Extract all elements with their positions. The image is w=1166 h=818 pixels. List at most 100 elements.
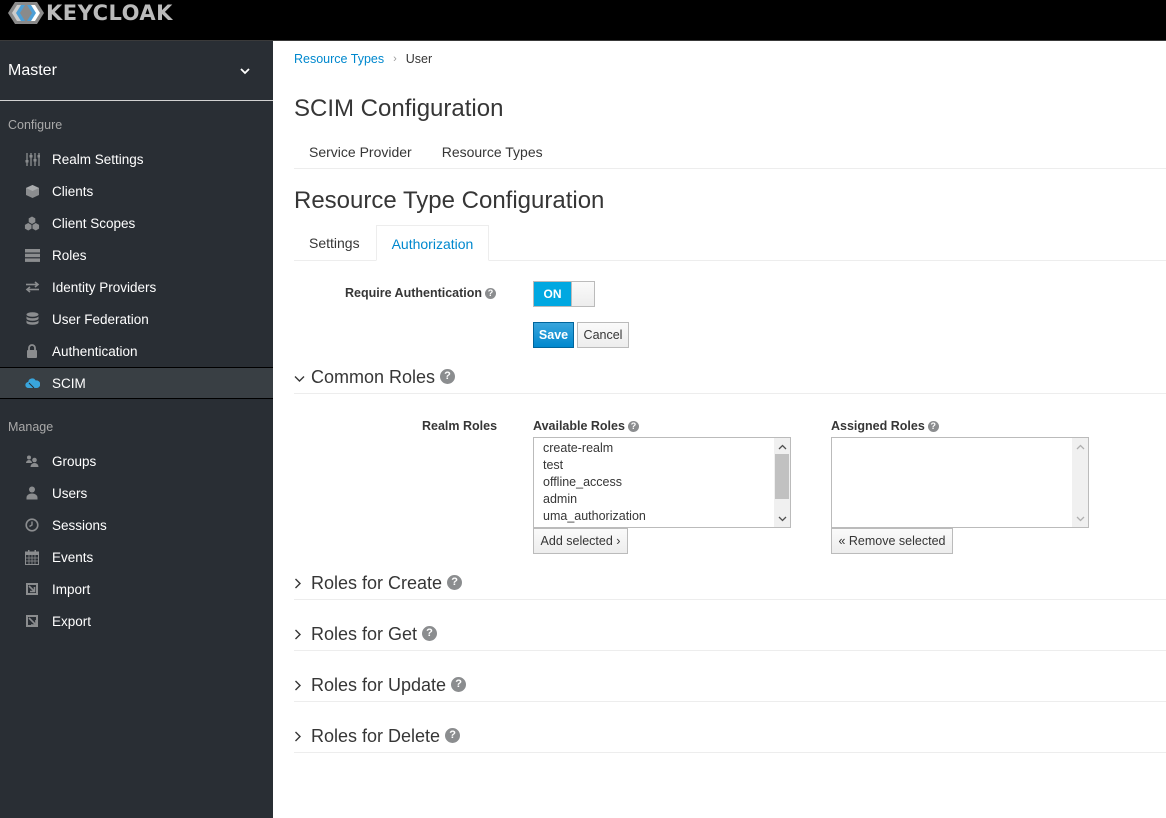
cancel-button[interactable]: Cancel xyxy=(577,322,629,348)
sidebar-item-label: Clients xyxy=(52,183,94,199)
role-option[interactable]: admin xyxy=(543,491,790,508)
sidebar-item-realm-settings[interactable]: Realm Settings xyxy=(0,143,273,175)
available-roles-label-row: Available Roles ? xyxy=(533,419,639,433)
user-icon xyxy=(24,485,40,501)
help-icon[interactable]: ? xyxy=(485,287,497,299)
sidebar-item-label: Authentication xyxy=(52,343,138,359)
sidebar-item-client-scopes[interactable]: Client Scopes xyxy=(0,207,273,239)
sidebar-item-roles[interactable]: Roles xyxy=(0,239,273,271)
role-option[interactable]: create-realm xyxy=(543,440,790,457)
add-selected-button[interactable]: Add selected › xyxy=(533,528,628,554)
require-auth-label: Require Authentication xyxy=(345,286,483,300)
chevron-right-icon xyxy=(294,573,306,594)
cube-icon xyxy=(24,183,40,199)
sidebar-item-clients[interactable]: Clients xyxy=(0,175,273,207)
role-option[interactable]: offline_access xyxy=(543,474,790,491)
manage-nav: Groups Users Sessions Events Import Expo… xyxy=(0,445,273,637)
chevron-down-icon xyxy=(240,67,250,74)
scim-tabs: Service Provider Resource Types xyxy=(294,139,1166,169)
breadcrumb-resource-types[interactable]: Resource Types xyxy=(294,52,384,66)
tab-settings[interactable]: Settings xyxy=(294,225,375,261)
scroll-up-icon[interactable] xyxy=(774,440,790,454)
breadcrumb-current: User xyxy=(405,52,433,66)
calendar-icon xyxy=(24,549,40,565)
roles-for-update-header[interactable]: Roles for Update ? xyxy=(294,670,1166,702)
roles-for-create-title: Roles for Create xyxy=(311,573,443,593)
tab-resource-types[interactable]: Resource Types xyxy=(427,139,558,168)
scroll-down-icon[interactable] xyxy=(774,512,790,526)
sliders-icon xyxy=(24,151,40,167)
assigned-roles-label: Assigned Roles xyxy=(831,419,925,433)
sidebar-item-users[interactable]: Users xyxy=(0,477,273,509)
sidebar-item-import[interactable]: Import xyxy=(0,573,273,605)
sidebar-item-label: Client Scopes xyxy=(52,215,136,231)
sidebar-item-label: Events xyxy=(52,549,94,565)
available-roles-list[interactable]: create-realm test offline_access admin u… xyxy=(533,437,791,528)
users-icon xyxy=(24,453,40,469)
breadcrumb-separator: › xyxy=(393,53,397,65)
sidebar: Master Configure Realm Settings Clients … xyxy=(0,41,273,818)
require-auth-label-row: Require Authentication ? xyxy=(345,286,497,300)
chevron-down-icon xyxy=(294,367,306,388)
realm-selector[interactable]: Master xyxy=(0,41,273,101)
common-roles-title: Common Roles xyxy=(311,367,436,387)
scroll-thumb[interactable] xyxy=(775,454,789,499)
sidebar-item-events[interactable]: Events xyxy=(0,541,273,573)
assigned-roles-scrollbar[interactable] xyxy=(1072,438,1088,527)
sidebar-item-sessions[interactable]: Sessions xyxy=(0,509,273,541)
main-content: Resource Types › User SCIM Configuration… xyxy=(294,41,1166,818)
nav-section-configure: Configure xyxy=(8,118,63,132)
clock-icon xyxy=(24,517,40,533)
chevron-right-icon xyxy=(294,675,306,696)
sidebar-item-groups[interactable]: Groups xyxy=(0,445,273,477)
nav-section-manage: Manage xyxy=(8,420,54,434)
scroll-up-icon[interactable] xyxy=(1072,440,1088,454)
toggle-on-label: ON xyxy=(534,282,571,306)
tab-service-provider[interactable]: Service Provider xyxy=(294,139,427,168)
require-auth-toggle[interactable]: ON xyxy=(533,281,595,307)
chevron-right-icon xyxy=(294,726,306,747)
keycloak-logo[interactable]: KEYCLOAK xyxy=(8,0,173,26)
configure-nav: Realm Settings Clients Client Scopes Rol… xyxy=(0,143,273,399)
sidebar-item-label: Roles xyxy=(52,247,87,263)
save-button[interactable]: Save xyxy=(533,322,574,348)
available-roles-scrollbar[interactable] xyxy=(774,438,790,527)
tab-authorization[interactable]: Authorization xyxy=(375,225,490,261)
sidebar-item-scim[interactable]: SCIM xyxy=(0,367,273,399)
page-title: SCIM Configuration xyxy=(294,95,504,122)
sidebar-item-label: Export xyxy=(52,613,92,629)
help-icon[interactable]: ? xyxy=(422,626,438,641)
realm-roles-label-row: Realm Roles xyxy=(422,419,497,433)
roles-for-get-header[interactable]: Roles for Get ? xyxy=(294,619,1166,651)
roles-for-create-header[interactable]: Roles for Create ? xyxy=(294,568,1166,600)
sidebar-item-authentication[interactable]: Authentication xyxy=(0,335,273,367)
roles-for-update-title: Roles for Update xyxy=(311,675,447,695)
sidebar-item-label: SCIM xyxy=(52,375,86,391)
sidebar-item-export[interactable]: Export xyxy=(0,605,273,637)
sidebar-item-user-federation[interactable]: User Federation xyxy=(0,303,273,335)
role-option[interactable]: test xyxy=(543,457,790,474)
section-title: Resource Type Configuration xyxy=(294,187,605,214)
sidebar-item-label: Import xyxy=(52,581,91,597)
help-icon[interactable]: ? xyxy=(445,728,461,743)
realm-name: Master xyxy=(8,61,57,79)
help-icon[interactable]: ? xyxy=(451,677,467,692)
help-icon[interactable]: ? xyxy=(447,575,463,590)
cubes-icon xyxy=(24,215,40,231)
top-header: KEYCLOAK xyxy=(0,0,1166,41)
role-option[interactable]: uma_authorization xyxy=(543,508,790,525)
assigned-roles-list[interactable] xyxy=(831,437,1089,528)
help-icon[interactable]: ? xyxy=(927,420,939,432)
chevron-right-icon xyxy=(294,624,306,645)
remove-selected-button[interactable]: « Remove selected xyxy=(831,528,953,554)
assigned-roles-label-row: Assigned Roles ? xyxy=(831,419,939,433)
help-icon[interactable]: ? xyxy=(440,369,456,384)
roles-for-delete-header[interactable]: Roles for Delete ? xyxy=(294,721,1166,753)
help-icon[interactable]: ? xyxy=(627,420,639,432)
common-roles-header[interactable]: Common Roles ? xyxy=(294,362,1166,394)
sidebar-item-identity-providers[interactable]: Identity Providers xyxy=(0,271,273,303)
brand-name: KEYCLOAK xyxy=(46,1,173,25)
lock-icon xyxy=(24,343,40,359)
realm-roles-label: Realm Roles xyxy=(422,419,498,433)
scroll-down-icon[interactable] xyxy=(1072,512,1088,526)
